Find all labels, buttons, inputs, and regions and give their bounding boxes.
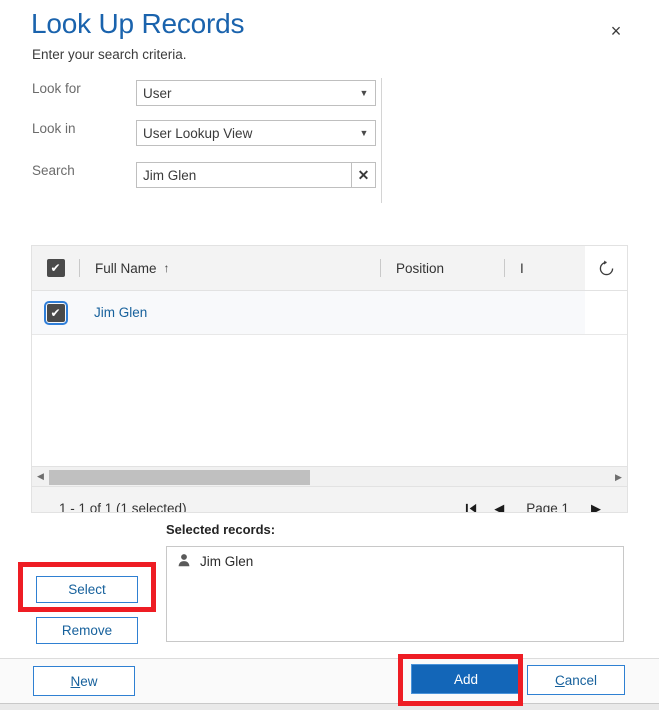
column-header-full-name-label: Full Name — [95, 260, 157, 276]
cancel-button-label: Cancel — [555, 673, 597, 688]
page-title: Look Up Records — [31, 8, 245, 39]
first-page-icon[interactable] — [460, 497, 482, 512]
look-for-row: Look for User ▼ — [0, 80, 420, 106]
new-accel: N — [70, 673, 81, 689]
look-for-value: User — [143, 85, 172, 101]
grid-empty-space — [32, 335, 627, 466]
search-label: Search — [32, 163, 75, 178]
remove-button[interactable]: Remove — [36, 617, 138, 644]
column-header-full-name[interactable]: Full Name ↑ — [80, 261, 380, 276]
clear-search-icon[interactable]: ✕ — [351, 163, 375, 187]
window-bottom-strip — [0, 703, 659, 710]
chevron-down-icon[interactable]: ▼ — [353, 121, 375, 145]
selected-records-label: Selected records: — [166, 522, 276, 537]
look-in-select[interactable]: User Lookup View ▼ — [136, 120, 376, 146]
chevron-down-icon[interactable]: ▼ — [353, 81, 375, 105]
search-input[interactable]: Jim Glen — [137, 168, 351, 183]
page-number-label: Page 1 — [526, 501, 569, 513]
column-header-position[interactable]: Position — [381, 261, 504, 276]
results-grid: ✔ Full Name ↑ Position I ✔ Jim Glen ◀ ▶ … — [31, 245, 628, 513]
row-checkbox[interactable]: ✔ — [43, 300, 68, 325]
refresh-icon[interactable] — [585, 246, 627, 290]
person-icon — [177, 553, 191, 570]
look-in-row: Look in User Lookup View ▼ — [0, 120, 420, 146]
look-in-label: Look in — [32, 121, 76, 136]
scroll-right-icon[interactable]: ▶ — [610, 467, 627, 487]
grid-pager: 1 - 1 of 1 (1 selected) ◀ Page 1 ▶ — [32, 486, 627, 513]
select-button[interactable]: Select — [36, 576, 138, 603]
scroll-left-icon[interactable]: ◀ — [32, 467, 49, 487]
lookup-records-dialog: Look Up Records Enter your search criter… — [0, 0, 659, 710]
look-in-value: User Lookup View — [143, 125, 253, 141]
row-full-name[interactable]: Jim Glen — [79, 305, 379, 320]
cancel-accel: C — [554, 672, 565, 688]
look-for-select[interactable]: User ▼ — [136, 80, 376, 106]
new-button[interactable]: New — [33, 666, 135, 696]
search-field[interactable]: Jim Glen ✕ — [136, 162, 376, 188]
list-item[interactable]: Jim Glen — [167, 547, 623, 570]
selected-record-name: Jim Glen — [200, 554, 254, 569]
pager-navigation: ◀ Page 1 ▶ — [460, 497, 607, 513]
column-header-truncated[interactable]: I — [505, 261, 535, 276]
previous-page-icon[interactable]: ◀ — [488, 497, 510, 513]
record-count-text: 1 - 1 of 1 (1 selected) — [59, 501, 187, 513]
dialog-subtitle: Enter your search criteria. — [32, 47, 187, 62]
form-divider — [381, 78, 382, 203]
cancel-rest: ancel — [564, 672, 598, 688]
cancel-button[interactable]: Cancel — [527, 665, 625, 695]
add-button[interactable]: Add — [411, 664, 521, 694]
horizontal-scrollbar[interactable]: ◀ ▶ — [32, 466, 627, 486]
column-header-position-label: Position — [396, 260, 445, 276]
search-criteria-form: Look for User ▼ Look in User Lookup View… — [0, 76, 659, 206]
look-for-label: Look for — [32, 81, 81, 96]
row-select-cell[interactable]: ✔ — [32, 300, 79, 325]
next-page-icon[interactable]: ▶ — [585, 497, 607, 513]
grid-header-row: ✔ Full Name ↑ Position I — [32, 246, 627, 291]
selected-records-box[interactable]: Jim Glen — [166, 546, 624, 642]
scrollbar-thumb[interactable] — [49, 470, 310, 485]
row-clip-mask — [585, 291, 627, 334]
select-all-cell[interactable]: ✔ — [32, 259, 79, 277]
new-button-label: New — [70, 674, 97, 689]
sort-ascending-icon: ↑ — [163, 261, 170, 275]
column-header-truncated-label: I — [520, 260, 524, 276]
close-icon[interactable]: × — [600, 16, 632, 46]
search-row: Search Jim Glen ✕ — [0, 162, 420, 188]
table-row[interactable]: ✔ Jim Glen +1 (4 — [32, 291, 627, 335]
select-all-checkbox[interactable]: ✔ — [46, 259, 65, 277]
new-rest: ew — [80, 673, 98, 689]
